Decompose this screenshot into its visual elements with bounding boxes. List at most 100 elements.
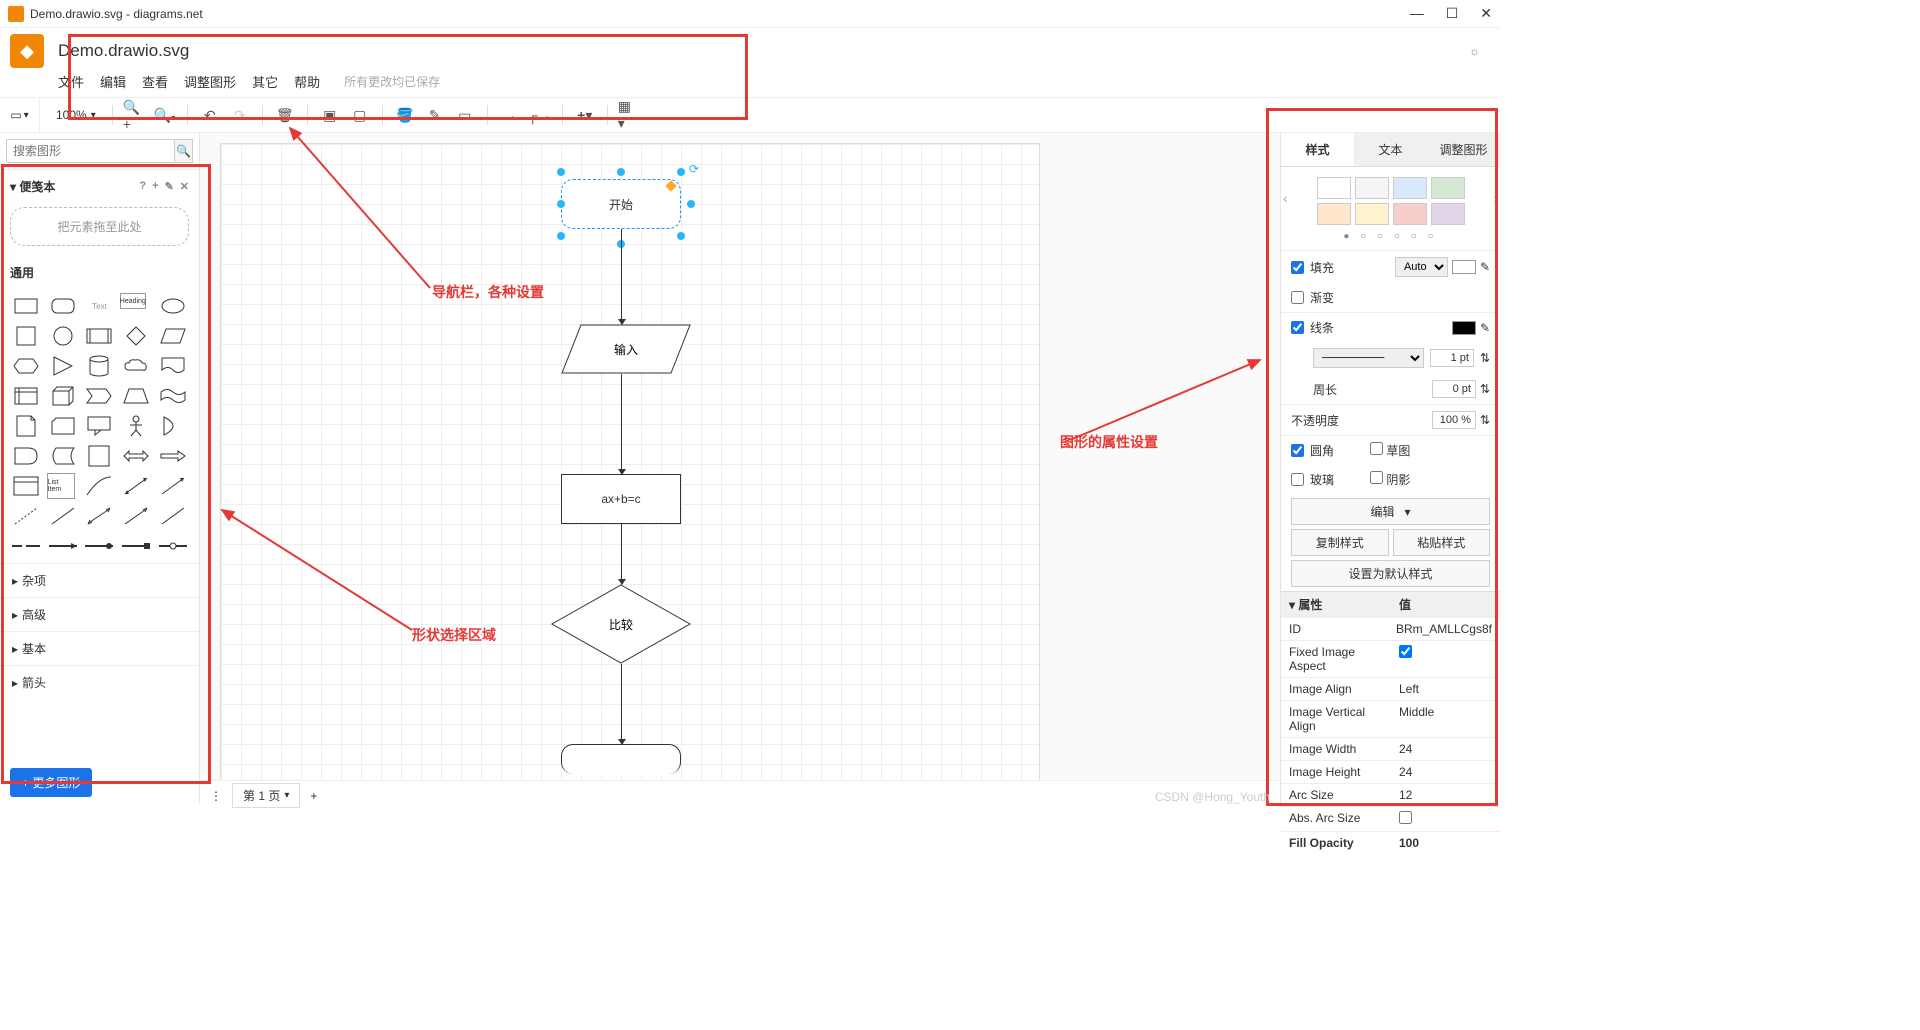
scratchpad-help-icon[interactable]: ?	[139, 180, 146, 193]
zoom-dropdown[interactable]: 100% ▾	[50, 108, 102, 122]
tab-style[interactable]: 样式	[1281, 133, 1354, 166]
shape-text[interactable]: Text	[83, 293, 116, 319]
line-color-icon[interactable]: ✎	[423, 103, 447, 127]
shape-list[interactable]	[10, 473, 43, 499]
shape-cloud[interactable]	[120, 353, 153, 379]
stepper-icon[interactable]: ⇅	[1480, 413, 1490, 427]
style-swatch[interactable]	[1431, 203, 1465, 225]
shape-arrow[interactable]	[156, 443, 189, 469]
shape-tape[interactable]	[156, 383, 189, 409]
selection-handle[interactable]	[557, 168, 565, 176]
style-swatch[interactable]	[1431, 177, 1465, 199]
selection-handle[interactable]	[677, 232, 685, 240]
rounded-checkbox[interactable]	[1291, 444, 1304, 457]
next-styles-icon[interactable]: ›	[1491, 190, 1500, 206]
style-swatch[interactable]	[1393, 203, 1427, 225]
page-tab[interactable]: 第 1 页 ▾	[232, 783, 300, 808]
connector[interactable]	[621, 229, 622, 324]
delete-icon[interactable]: 🗑	[273, 103, 297, 127]
shape-link4[interactable]	[120, 533, 153, 559]
style-swatch[interactable]	[1393, 177, 1427, 199]
shape-note[interactable]	[10, 413, 43, 439]
fill-eyedrop-icon[interactable]: ✎	[1480, 260, 1490, 274]
shape-trapezoid[interactable]	[120, 383, 153, 409]
scratchpad-dropzone[interactable]: 把元素拖至此处	[10, 207, 189, 246]
shape-document[interactable]	[156, 353, 189, 379]
line-color-chip[interactable]	[1452, 321, 1476, 335]
shape-parallelogram[interactable]	[156, 323, 189, 349]
table-row[interactable]: Image Vertical AlignMiddle	[1281, 700, 1500, 737]
line-eyedrop-icon[interactable]: ✎	[1480, 321, 1490, 335]
shape-rect[interactable]	[10, 293, 43, 319]
node-start[interactable]: 开始	[561, 179, 681, 229]
insert-icon[interactable]: + ▾	[573, 103, 597, 127]
undo-icon[interactable]: ↶	[198, 103, 222, 127]
shape-cylinder[interactable]	[83, 353, 116, 379]
shape-line[interactable]	[47, 503, 80, 529]
stepper-icon[interactable]: ⇅	[1480, 382, 1490, 396]
shape-diamond[interactable]	[120, 323, 153, 349]
fixed-aspect-checkbox[interactable]	[1399, 645, 1412, 658]
shape-dashed-line[interactable]	[10, 503, 43, 529]
canvas-area[interactable]: 开始 ⟳ 输入 ax+b=c 比较	[200, 133, 1280, 803]
table-row[interactable]: Fixed Image Aspect	[1281, 640, 1500, 677]
shape-or[interactable]	[156, 413, 189, 439]
tab-arrange[interactable]: 调整图形	[1427, 133, 1500, 166]
node-end[interactable]	[561, 744, 681, 774]
abs-arc-checkbox[interactable]	[1399, 811, 1412, 824]
copy-style-button[interactable]: 复制样式	[1291, 529, 1389, 556]
table-row[interactable]: Abs. Arc Size	[1281, 806, 1500, 831]
style-swatch[interactable]	[1317, 177, 1351, 199]
table-row[interactable]: Image AlignLeft	[1281, 677, 1500, 700]
connector[interactable]	[621, 374, 622, 474]
table-row[interactable]: Arc Size12	[1281, 783, 1500, 806]
scratchpad-close-icon[interactable]: ✕	[180, 180, 189, 193]
file-name[interactable]: Demo.drawio.svg	[58, 41, 189, 61]
shape-step[interactable]	[83, 383, 116, 409]
shadow-icon[interactable]: ▭	[453, 103, 477, 127]
shape-bidir-thin[interactable]	[83, 503, 116, 529]
shape-link3[interactable]	[83, 533, 116, 559]
theme-icon[interactable]: ☼	[1469, 44, 1480, 58]
selection-handle[interactable]	[617, 168, 625, 176]
fill-mode-select[interactable]: Auto	[1395, 257, 1448, 277]
line-width-input[interactable]: 1 pt	[1430, 349, 1474, 367]
shape-hexagon[interactable]	[10, 353, 43, 379]
connection-icon[interactable]: →	[498, 103, 522, 127]
shape-triangle[interactable]	[47, 353, 80, 379]
selection-handle[interactable]	[687, 200, 695, 208]
table-row[interactable]: IDBRm_AMLLCgs8f	[1281, 617, 1500, 640]
table-row[interactable]: Image Height24	[1281, 760, 1500, 783]
menu-help[interactable]: 帮助	[294, 72, 320, 91]
more-shapes-button[interactable]: + 更多图形	[10, 768, 92, 797]
redo-icon[interactable]: ↷	[228, 103, 252, 127]
category-misc[interactable]: ▸ 杂项	[0, 563, 199, 597]
shape-bidir-line[interactable]	[120, 473, 153, 499]
style-swatch[interactable]	[1355, 177, 1389, 199]
shape-heading[interactable]: Heading	[120, 293, 146, 309]
node-decision[interactable]: 比较	[551, 584, 691, 664]
style-swatch[interactable]	[1355, 203, 1389, 225]
scratchpad-edit-icon[interactable]: ✎	[165, 180, 174, 193]
shape-rounded-rect[interactable]	[47, 293, 80, 319]
zoom-in-icon[interactable]: 🔍+	[123, 103, 147, 127]
selection-handle[interactable]	[557, 200, 565, 208]
menu-view[interactable]: 查看	[142, 72, 168, 91]
connector[interactable]	[621, 664, 622, 744]
shape-internal-storage[interactable]	[10, 383, 43, 409]
shape-and[interactable]	[10, 443, 43, 469]
shape-actor[interactable]	[120, 413, 153, 439]
node-process[interactable]: ax+b=c	[561, 474, 681, 524]
canvas[interactable]: 开始 ⟳ 输入 ax+b=c 比较	[220, 143, 1040, 783]
set-default-button[interactable]: 设置为默认样式	[1291, 560, 1490, 587]
gradient-checkbox[interactable]	[1291, 291, 1304, 304]
line-checkbox[interactable]	[1291, 321, 1304, 334]
paste-style-button[interactable]: 粘贴样式	[1393, 529, 1491, 556]
shape-dir-thin[interactable]	[120, 503, 153, 529]
minimize-icon[interactable]: —	[1410, 5, 1424, 22]
shape-curve[interactable]	[83, 473, 116, 499]
menu-extras[interactable]: 其它	[252, 72, 278, 91]
edit-style-button[interactable]: 编辑 ▾	[1291, 498, 1490, 525]
shape-process[interactable]	[83, 323, 116, 349]
sketch-checkbox[interactable]	[1370, 442, 1383, 455]
